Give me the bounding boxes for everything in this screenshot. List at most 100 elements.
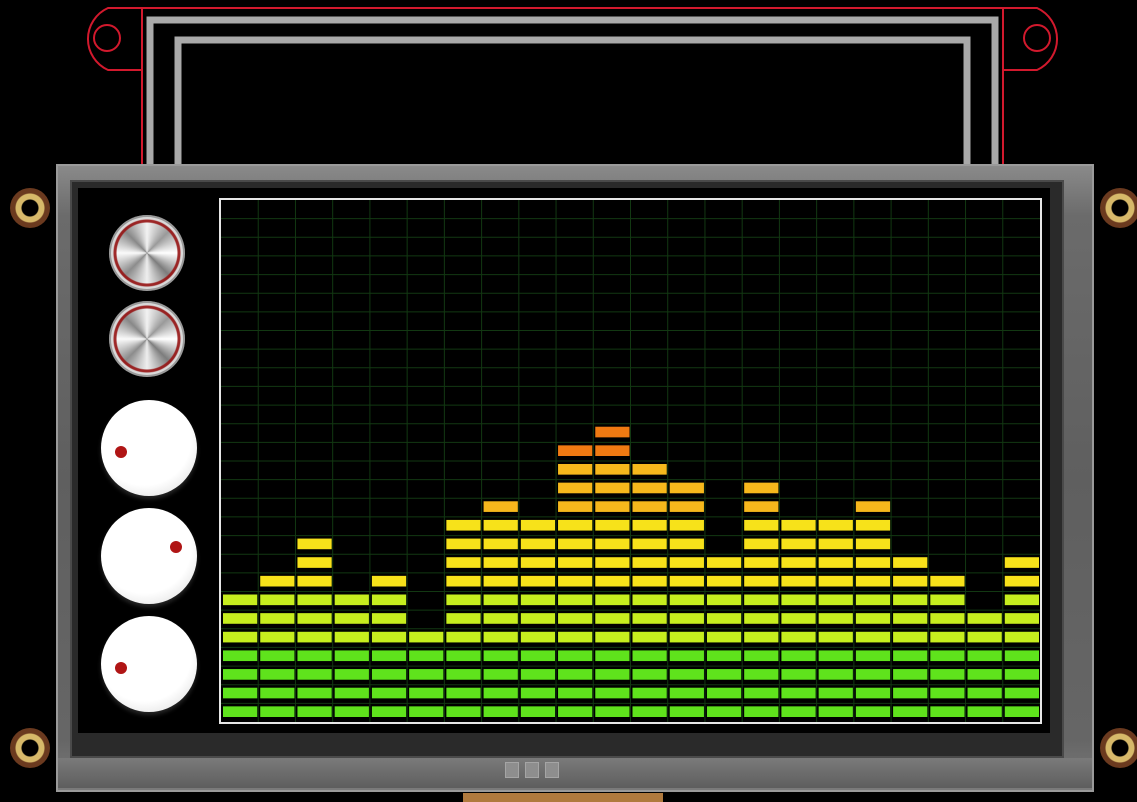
bar-segment <box>632 613 667 624</box>
spectrum-bar <box>297 538 332 717</box>
spectrum-bar <box>781 519 816 717</box>
bar-segment <box>855 650 891 662</box>
bar-segment <box>706 575 742 587</box>
bar-segment <box>446 594 481 606</box>
bar-segment <box>297 575 332 587</box>
bar-segment <box>595 557 630 568</box>
bar-segment <box>371 575 407 587</box>
bar-segment <box>558 594 593 606</box>
metal-knob-2[interactable] <box>109 301 185 377</box>
spectrum-bar <box>1004 557 1039 717</box>
bar-segment <box>260 575 295 587</box>
bar-segment <box>781 557 816 568</box>
bar-segment <box>744 631 779 643</box>
bar-segment <box>520 538 556 550</box>
spectrum-analyzer <box>219 198 1042 724</box>
spectrum-bar <box>818 519 853 717</box>
bar-segment <box>260 594 295 606</box>
bar-segment <box>409 650 444 662</box>
bar-segment <box>409 706 444 717</box>
bar-segment <box>669 594 704 606</box>
bar-segment <box>930 613 965 624</box>
bar-segment <box>818 594 853 606</box>
bar-segment <box>446 706 481 717</box>
bar-segment <box>446 575 481 587</box>
bar-segment <box>818 538 853 550</box>
bar-segment <box>818 650 853 662</box>
spectrum-bar <box>893 557 928 717</box>
bar-segment <box>744 669 779 680</box>
bar-segment <box>595 669 630 680</box>
bar-segment <box>446 519 481 531</box>
bar-segment <box>223 706 258 717</box>
bar-segment <box>297 613 332 624</box>
bar-segment <box>706 613 742 624</box>
bar-segment <box>483 594 518 606</box>
bar-segment <box>855 613 891 624</box>
bar-segment <box>781 687 816 699</box>
bar-segment <box>781 669 816 680</box>
bar-segment <box>558 557 593 568</box>
bar-segment <box>893 613 928 624</box>
bar-segment <box>595 650 630 662</box>
bar-segment <box>669 613 704 624</box>
bar-segment <box>334 650 369 662</box>
bar-segment <box>371 669 407 680</box>
metal-knob-1[interactable] <box>109 215 185 291</box>
spectrum-bar <box>446 519 481 717</box>
bar-segment <box>520 650 556 662</box>
dial-knob-2[interactable] <box>101 508 197 604</box>
dial-indicator <box>115 662 127 674</box>
spectrum-bar <box>520 519 556 717</box>
bar-segment <box>930 575 965 587</box>
bar-segment <box>595 594 630 606</box>
bar-segment <box>558 445 593 456</box>
bar-segment <box>558 538 593 550</box>
bar-segment <box>558 706 593 717</box>
bar-segment <box>558 613 593 624</box>
bar-segment <box>744 501 779 512</box>
bar-segment <box>893 631 928 643</box>
bar-segment <box>706 631 742 643</box>
bar-segment <box>632 557 667 568</box>
bar-segment <box>483 519 518 531</box>
bar-segment <box>855 538 891 550</box>
bar-segment <box>781 538 816 550</box>
bar-segment <box>334 594 369 606</box>
bar-segment <box>781 594 816 606</box>
bar-segment <box>520 706 556 717</box>
bar-segment <box>818 519 853 531</box>
bar-segment <box>334 613 369 624</box>
bar-segment <box>595 687 630 699</box>
dial-indicator <box>170 541 182 553</box>
dial-knob-1[interactable] <box>101 400 197 496</box>
bar-segment <box>483 669 518 680</box>
bar-segment <box>520 594 556 606</box>
bar-segment <box>855 594 891 606</box>
dial-knob-3[interactable] <box>101 616 197 712</box>
bar-segment <box>1004 650 1039 662</box>
spectrum-bar <box>632 464 667 717</box>
bar-segment <box>893 687 928 699</box>
bar-segment <box>818 706 853 717</box>
bar-segment <box>595 631 630 643</box>
bar-segment <box>595 575 630 587</box>
mount-hole-bottom-right <box>1100 728 1137 768</box>
bar-segment <box>483 687 518 699</box>
bar-segment <box>1004 687 1039 699</box>
bar-segment <box>334 706 369 717</box>
bar-segment <box>371 594 407 606</box>
bar-segment <box>930 594 965 606</box>
bar-segment <box>632 650 667 662</box>
bar-segment <box>297 631 332 643</box>
bar-segment <box>818 631 853 643</box>
bar-segment <box>483 538 518 550</box>
bar-segment <box>669 501 704 512</box>
bar-segment <box>893 594 928 606</box>
bar-segment <box>781 575 816 587</box>
bar-segment <box>967 669 1002 680</box>
bar-segment <box>446 613 481 624</box>
bar-segment <box>223 594 258 606</box>
bar-segment <box>669 575 704 587</box>
bar-segment <box>744 519 779 531</box>
